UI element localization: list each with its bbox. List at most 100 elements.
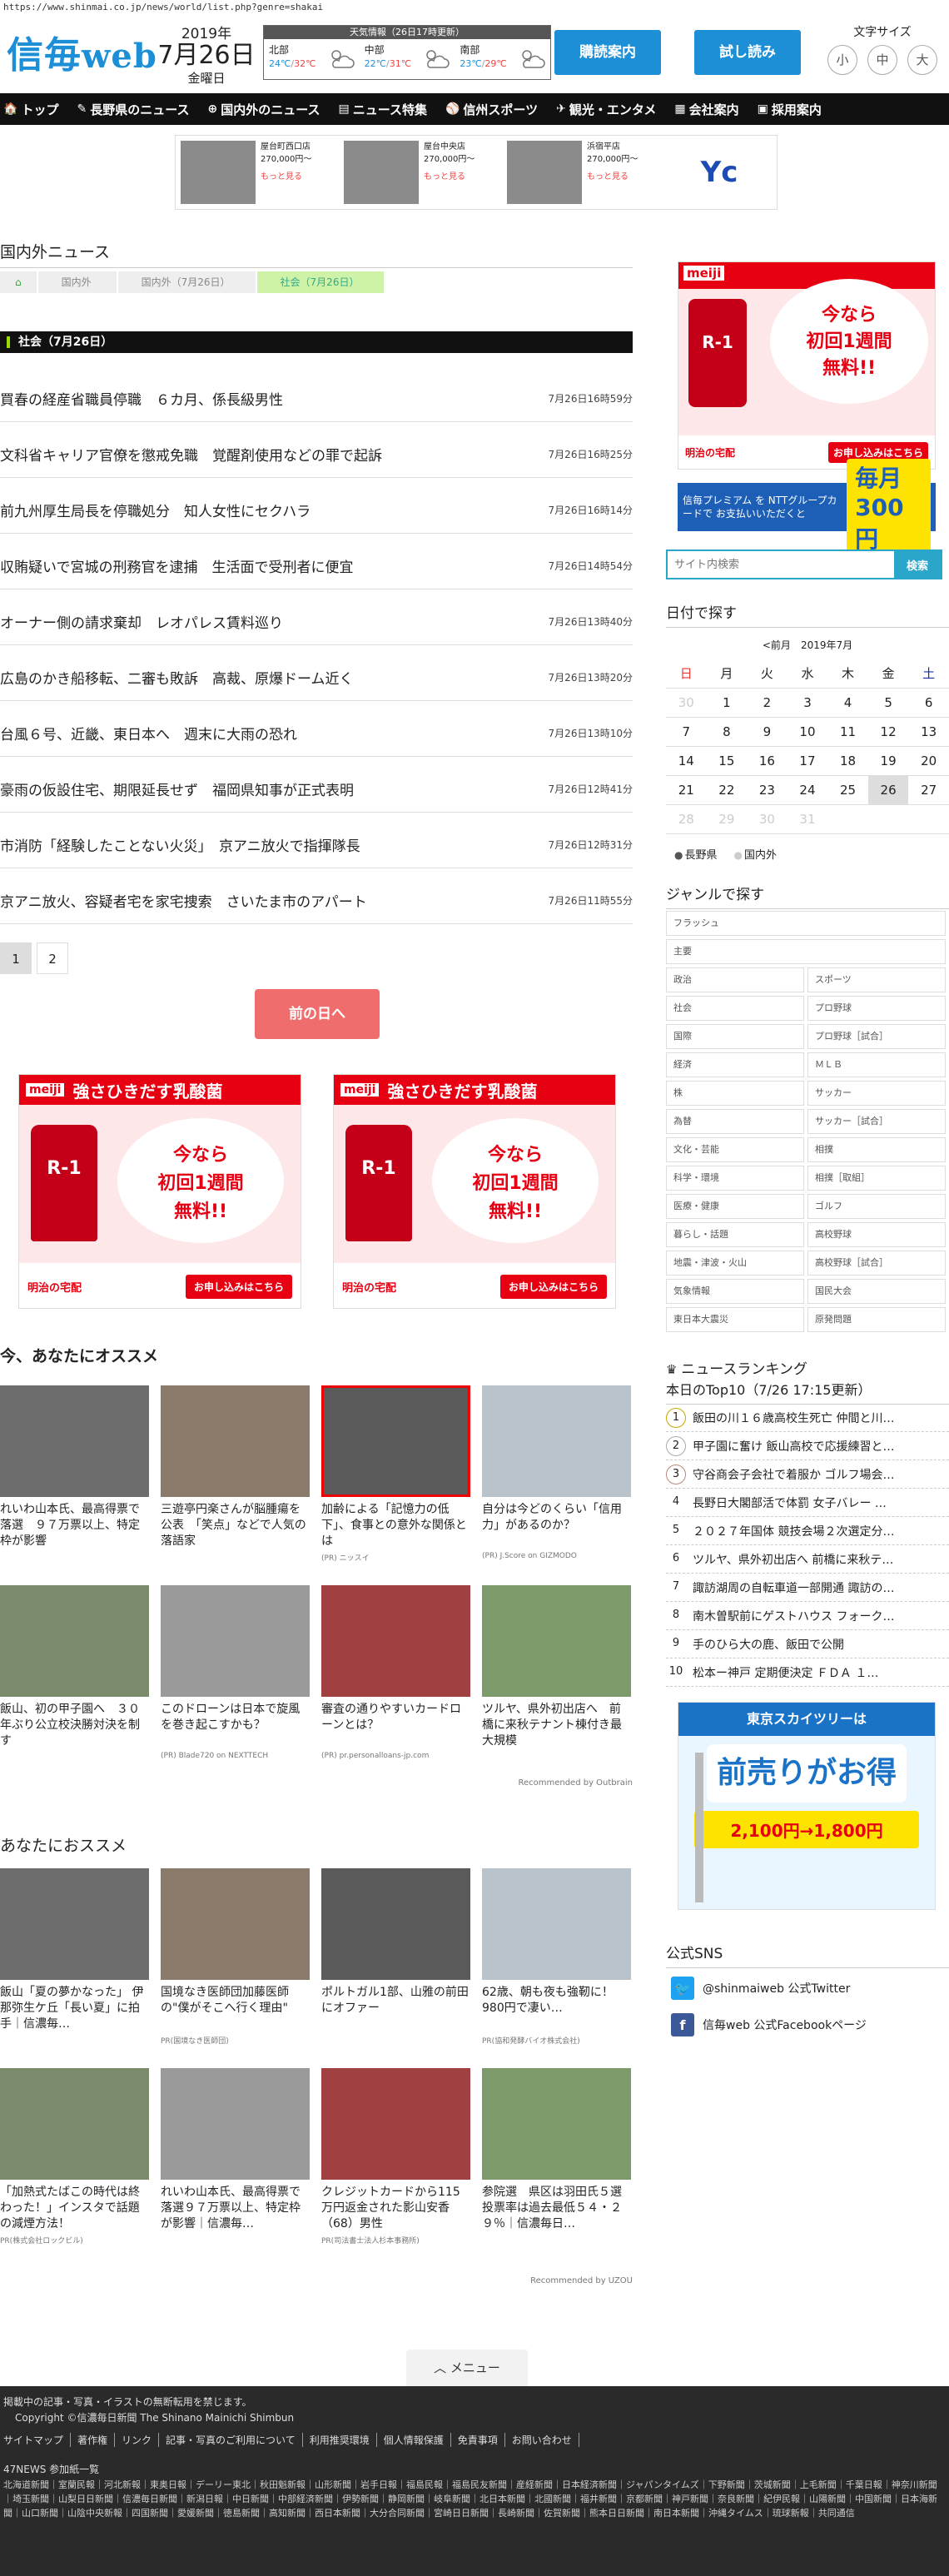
news-row[interactable]: 収賄疑いで宮城の刑務官を逮捕 生活面で受刑者に便宜 7月26日14時54分 <box>0 534 633 589</box>
card-caption[interactable]: 国境なき医師団加藤医師の"僕がそこへ行く理由" <box>161 1985 310 2033</box>
genre-item[interactable]: 相撲［取組］ <box>807 1166 946 1191</box>
address-bar[interactable]: https://www.shinmai.co.jp/news/world/lis… <box>0 0 949 13</box>
news-title[interactable]: オーナー側の請求棄却 レオパレス賃料巡り <box>0 611 283 632</box>
genre-item[interactable]: 高校野球 <box>807 1222 946 1247</box>
milk-ad-sidebar[interactable]: meiji R-1 今なら 初回1週間 無料!! 明治の宅配 お申し込みはこちら <box>678 261 936 470</box>
47news-papers[interactable]: 北海道新聞｜室蘭民報｜河北新報｜東奥日報｜デーリー東北｜秋田魁新報｜山形新聞｜岩… <box>3 2478 946 2520</box>
recommend-card[interactable]: 審査の通りやすいカードローンとは？ (PR) pr.personalloans-j… <box>321 1585 470 1785</box>
calendar-day[interactable]: 13 <box>908 717 949 747</box>
genre-item[interactable]: 科学・環境 <box>666 1166 804 1191</box>
site-logo[interactable]: 信毎web <box>7 25 157 78</box>
news-row[interactable]: オーナー側の請求棄却 レオパレス賃料巡り 7月26日13時40分 <box>0 589 633 645</box>
calendar-day[interactable]: 24 <box>787 775 828 805</box>
ranking-title[interactable]: 諏訪湖周の自転車道一部開通 諏訪の… <box>693 1579 894 1596</box>
genre-item[interactable]: 主要 <box>666 939 946 964</box>
ranking-item[interactable]: 6 ツルヤ、県外初出店へ 前橋に来秋テ… <box>666 1545 949 1574</box>
recommend-card[interactable]: 飯山「夏の夢かなった」 伊那弥生ケ丘「長い夏」に拍手｜信濃毎… <box>0 1868 149 2068</box>
news-row[interactable]: 京アニ放火、容疑者宅を家宅捜索 さいたま市のアパート 7月26日11時55分 <box>0 868 633 924</box>
ranking-item[interactable]: 9 手のひら大の鹿、飯田で公開 <box>666 1630 949 1658</box>
listing-more-link[interactable]: もっと見る <box>261 171 311 183</box>
genre-item[interactable]: 文化・芸能 <box>666 1137 804 1162</box>
card-caption[interactable]: 審査の通りやすいカードローンとは？ <box>321 1702 470 1750</box>
calendar-day[interactable]: 1 <box>706 688 748 718</box>
sns-link[interactable]: f 信毎web 公式Facebookページ <box>671 2007 946 2043</box>
outbrain-credit[interactable]: Recommended by Outbrain <box>466 1778 633 1788</box>
uzou-credit[interactable]: Recommended by UZOU <box>466 2276 633 2285</box>
weather-region-2[interactable]: 南部 23℃/29℃ <box>455 39 550 79</box>
nav-item-3[interactable]: ▤ ニュース特集 <box>338 101 427 118</box>
nav-item-2[interactable]: ⊕ 国内外のニュース <box>207 101 320 118</box>
genre-item[interactable]: ＭＬＢ <box>807 1052 946 1077</box>
card-caption[interactable]: 加齢による「記憶力の低下」、食事との意外な関係とは <box>321 1502 470 1550</box>
ranking-title[interactable]: 南木曽駅前にゲストハウス フォーク… <box>693 1608 894 1624</box>
skytree-ad[interactable]: 東京スカイツリーは 前売りがお得 2,100円→1,800円 <box>678 1702 936 1910</box>
recommend-card[interactable]: 「加熱式たばこの時代は終わった！」インスタで話題の減煙方法！ PR(株式会社ロック… <box>0 2068 149 2268</box>
nav-item-6[interactable]: ▦ 会社案内 <box>674 101 738 118</box>
housing-ad-banner[interactable]: 屋台町西口店 270,000円～ もっと見る 屋台中央店 270,000円～ もっと見る浜… <box>175 135 778 210</box>
genre-item[interactable]: 医療・健康 <box>666 1194 804 1219</box>
milk-ad-left[interactable]: meiji 強さひきだす乳酸菌 R-1 今なら 初回1週間 無料!! 明治の宅配 お申し込みは… <box>18 1074 301 1309</box>
genre-item[interactable]: 社会 <box>666 996 804 1021</box>
news-title[interactable]: 京アニ放火、容疑者宅を家宅捜索 さいたま市のアパート <box>0 890 367 911</box>
recommend-card[interactable]: 自分は今どのくらい「信用力」があるのか？ (PR) J.Score on GIZM… <box>482 1385 631 1585</box>
genre-item[interactable]: 原発問題 <box>807 1307 946 1332</box>
ranking-item[interactable]: 8 南木曽駅前にゲストハウス フォーク… <box>666 1602 949 1630</box>
card-caption[interactable]: 飯山「夏の夢かなった」 伊那弥生ケ丘「長い夏」に拍手｜信濃毎… <box>0 1985 149 2033</box>
recommend-card[interactable]: 三遊亭円楽さんが脳腫瘍を公表 「笑点」などで人気の落語家 <box>161 1385 310 1585</box>
calendar-day[interactable]: 25 <box>827 775 868 805</box>
ranking-title[interactable]: 手のひら大の鹿、飯田で公開 <box>693 1636 844 1653</box>
genre-item[interactable]: 東日本大震災 <box>666 1307 804 1332</box>
search-button[interactable]: 検索 <box>894 551 941 578</box>
ranking-title[interactable]: ２０２７年国体 競技会場２次選定分… <box>693 1523 894 1539</box>
card-caption[interactable]: れいわ山本氏、最高得票で落選９７万票以上、特定枠が影響｜信濃毎… <box>161 2185 310 2233</box>
news-title[interactable]: 収賄疑いで宮城の刑務官を逮捕 生活面で受刑者に便宜 <box>0 555 354 576</box>
card-caption[interactable]: クレジットカードから115万円返金された影山安香（68）男性 <box>321 2185 470 2233</box>
news-title[interactable]: 文科省キャリア官僚を懲戒免職 覚醒剤使用などの罪で起訴 <box>0 444 382 465</box>
footer-link[interactable]: 免責事項 <box>451 2433 505 2447</box>
genre-item[interactable]: 相撲 <box>807 1137 946 1162</box>
housing-listing-0[interactable]: 屋台町西口店 270,000円～ もっと見る <box>176 136 339 209</box>
calendar-day[interactable] <box>867 804 909 834</box>
news-row[interactable]: 買春の経産省職員停職 ６カ月、係長級男性 7月26日16時59分 <box>0 366 633 422</box>
news-row[interactable]: 市消防「経験したことない火災」 京アニ放火で指揮隊長 7月26日12時31分 <box>0 813 633 868</box>
housing-listing-1[interactable]: 屋台中央店 270,000円～ もっと見る <box>339 136 502 209</box>
calendar-day[interactable]: 26 <box>867 775 909 805</box>
calendar-day[interactable]: 6 <box>908 688 949 718</box>
card-caption[interactable]: このドローンは日本で旋風を巻き起こすかも？ <box>161 1702 310 1750</box>
news-row[interactable]: 文科省キャリア官僚を懲戒免職 覚醒剤使用などの罪で起訴 7月26日16時25分 <box>0 422 633 478</box>
ranking-title[interactable]: 飯田の川１６歳高校生死亡 仲間と川… <box>693 1410 894 1426</box>
genre-item[interactable]: 国民大会 <box>807 1279 946 1304</box>
calendar-day[interactable]: 18 <box>827 746 868 776</box>
calendar-day[interactable] <box>827 804 868 834</box>
footer-link[interactable]: お問い合わせ <box>505 2433 579 2447</box>
genre-item[interactable]: 暮らし・話題 <box>666 1222 804 1247</box>
ranking-item[interactable]: 1 飯田の川１６歳高校生死亡 仲間と川… <box>666 1404 949 1432</box>
breadcrumb-home[interactable]: ⌂ <box>0 271 37 293</box>
nav-item-1[interactable]: ✎ 長野県のニュース <box>77 101 189 118</box>
ranking-item[interactable]: 3 守谷商会子会社で着服か ゴルフ場会… <box>666 1460 949 1489</box>
calendar-day[interactable]: 15 <box>706 746 748 776</box>
news-row[interactable]: 台風６号、近畿、東日本へ 週末に大雨の恐れ 7月26日13時10分 <box>0 701 633 757</box>
sns-link[interactable]: 🐦 @shinmaiweb 公式Twitter <box>671 1970 946 2007</box>
genre-item[interactable]: プロ野球 <box>807 996 946 1021</box>
recommend-card[interactable]: クレジットカードから115万円返金された影山安香（68）男性 PR(司法書士法人杉… <box>321 2068 470 2268</box>
font-size-small-button[interactable]: 小 <box>827 45 857 75</box>
card-caption[interactable]: 三遊亭円楽さんが脳腫瘍を公表 「笑点」などで人気の落語家 <box>161 1502 310 1550</box>
footer-link[interactable]: サイトマップ <box>3 2433 72 2447</box>
breadcrumb-item[interactable]: 国内外（7月26日） <box>117 271 256 293</box>
card-caption[interactable]: ツルヤ、県外初出店へ 前橋に来秋テナント棟付き最大規模 <box>482 1702 631 1750</box>
apply-button[interactable]: お申し込みはこちら <box>185 1274 292 1299</box>
menu-button[interactable]: ︿ メニュー <box>406 2350 528 2386</box>
breadcrumb-item[interactable]: 社会（7月26日） <box>256 271 385 293</box>
card-caption[interactable]: 「加熱式たばこの時代は終わった！」インスタで話題の減煙方法！ <box>0 2185 149 2233</box>
card-caption[interactable]: れいわ山本氏、最高得票で落選 ９７万票以上、特定枠が影響 <box>0 1502 149 1550</box>
ranking-item[interactable]: 7 諏訪湖周の自転車道一部開通 諏訪の… <box>666 1574 949 1602</box>
card-caption[interactable]: 62歳、朝も夜も強靭に！980円で凄い… <box>482 1985 631 2033</box>
genre-item[interactable]: 経済 <box>666 1052 804 1077</box>
calendar-day[interactable] <box>908 804 949 834</box>
recommend-card[interactable]: ポルトガル1部、山雅の前田にオファー <box>321 1868 470 2068</box>
calendar-day[interactable]: 14 <box>666 746 707 776</box>
recommend-card[interactable]: 飯山、初の甲子園へ ３０年ぶり公立校決勝対決を制す <box>0 1585 149 1785</box>
card-caption[interactable]: ポルトガル1部、山雅の前田にオファー <box>321 1985 470 2033</box>
page-2-button[interactable]: 2 <box>37 942 68 974</box>
